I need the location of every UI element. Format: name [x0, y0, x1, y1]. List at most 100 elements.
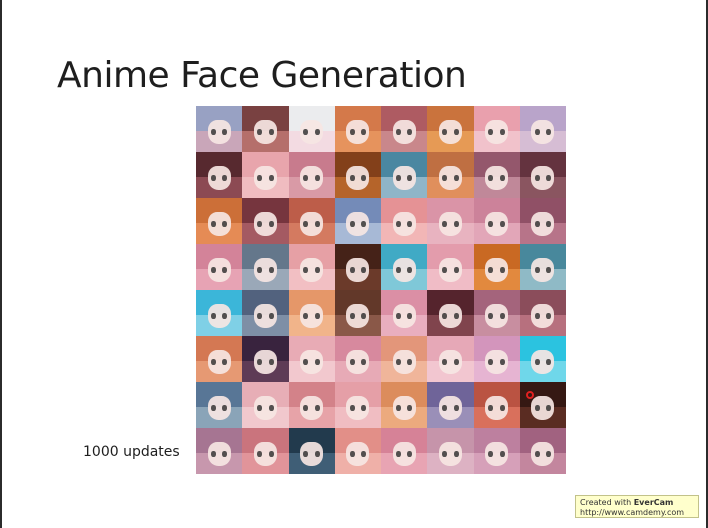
face-eye-right	[453, 221, 459, 228]
generated-face-tile	[381, 152, 428, 198]
face-eye-left	[349, 359, 355, 366]
face-eye-right	[453, 451, 459, 458]
face-eye-right	[314, 359, 320, 366]
generated-face-tile	[381, 106, 428, 152]
face-eye-left	[534, 313, 540, 320]
generated-face-tile	[288, 106, 335, 152]
generated-face-tile	[334, 152, 381, 198]
face-eye-left	[349, 267, 355, 274]
generated-face-tile	[334, 106, 381, 152]
face-eye-right	[268, 267, 274, 274]
face-eye-left	[534, 451, 540, 458]
generated-face-tile	[288, 290, 335, 336]
generated-face-tile	[334, 382, 381, 428]
generated-face-tile	[473, 198, 520, 244]
generated-face-tile	[334, 336, 381, 382]
watermark-url[interactable]: http://www.camdemy.com	[580, 508, 694, 518]
generated-face-tile	[519, 428, 566, 474]
generated-face-tile	[288, 152, 335, 198]
generated-face-tile	[242, 382, 289, 428]
face-eye-left	[534, 405, 540, 412]
watermark-prefix: Created with	[580, 498, 634, 507]
face-eye-left	[349, 129, 355, 136]
face-eye-left	[534, 175, 540, 182]
face-eye-right	[268, 175, 274, 182]
generated-face-tile	[334, 198, 381, 244]
face-eye-right	[453, 175, 459, 182]
generated-face-tile	[288, 244, 335, 290]
slide-title: Anime Face Generation	[57, 55, 467, 96]
face-eye-left	[210, 451, 216, 458]
face-eye-left	[395, 129, 401, 136]
generated-face-tile	[519, 290, 566, 336]
generated-face-tile	[473, 382, 520, 428]
face-eye-right	[268, 451, 274, 458]
generated-faces-grid	[196, 106, 566, 474]
face-eye-right	[314, 313, 320, 320]
face-eye-right	[314, 405, 320, 412]
generated-face-tile	[196, 198, 243, 244]
generated-face-tile	[473, 336, 520, 382]
generated-face-tile	[427, 106, 474, 152]
generated-face-tile	[427, 152, 474, 198]
face-eye-right	[453, 267, 459, 274]
generated-face-tile	[427, 428, 474, 474]
generated-face-tile	[288, 336, 335, 382]
face-eye-left	[395, 267, 401, 274]
face-eye-left	[395, 451, 401, 458]
generated-face-tile	[334, 244, 381, 290]
face-eye-left	[210, 175, 216, 182]
face-eye-left	[395, 313, 401, 320]
generated-face-tile	[381, 290, 428, 336]
generated-face-tile	[196, 428, 243, 474]
generated-face-tile	[196, 152, 243, 198]
face-eye-right	[499, 405, 505, 412]
generated-face-tile	[196, 244, 243, 290]
generated-face-tile	[519, 336, 566, 382]
face-eye-right	[314, 129, 320, 136]
generated-face-tile	[381, 336, 428, 382]
face-eye-left	[534, 221, 540, 228]
face-eye-right	[268, 405, 274, 412]
window-left-border	[0, 0, 2, 528]
generated-face-tile	[427, 382, 474, 428]
generated-face-tile	[196, 106, 243, 152]
face-eye-right	[499, 175, 505, 182]
face-eye-left	[349, 313, 355, 320]
face-eye-right	[268, 313, 274, 320]
face-eye-left	[210, 129, 216, 136]
generated-face-tile	[427, 198, 474, 244]
generated-face-tile	[334, 428, 381, 474]
face-eye-right	[314, 221, 320, 228]
generated-face-tile	[473, 106, 520, 152]
generated-face-tile	[242, 428, 289, 474]
face-eye-right	[453, 359, 459, 366]
updates-caption: 1000 updates	[83, 444, 180, 460]
face-eye-left	[395, 175, 401, 182]
generated-face-tile	[381, 428, 428, 474]
face-eye-right	[499, 451, 505, 458]
generated-face-tile	[288, 198, 335, 244]
face-eye-right	[268, 129, 274, 136]
generated-face-tile	[519, 198, 566, 244]
generated-face-tile	[334, 290, 381, 336]
face-eye-left	[349, 405, 355, 412]
face-eye-left	[349, 175, 355, 182]
face-eye-left	[534, 267, 540, 274]
evercam-watermark[interactable]: Created with EverCam http://www.camdemy.…	[575, 495, 699, 518]
generated-face-tile	[242, 244, 289, 290]
face-eye-left	[210, 267, 216, 274]
generated-face-tile	[473, 290, 520, 336]
face-eye-left	[210, 405, 216, 412]
face-eye-right	[314, 175, 320, 182]
face-eye-right	[499, 221, 505, 228]
face-eye-right	[453, 405, 459, 412]
generated-face-tile	[519, 382, 566, 428]
generated-face-tile	[242, 106, 289, 152]
generated-face-tile	[288, 428, 335, 474]
generated-face-tile	[242, 336, 289, 382]
generated-face-tile	[288, 382, 335, 428]
generated-face-tile	[473, 244, 520, 290]
face-eye-right	[453, 313, 459, 320]
generated-face-tile	[196, 336, 243, 382]
